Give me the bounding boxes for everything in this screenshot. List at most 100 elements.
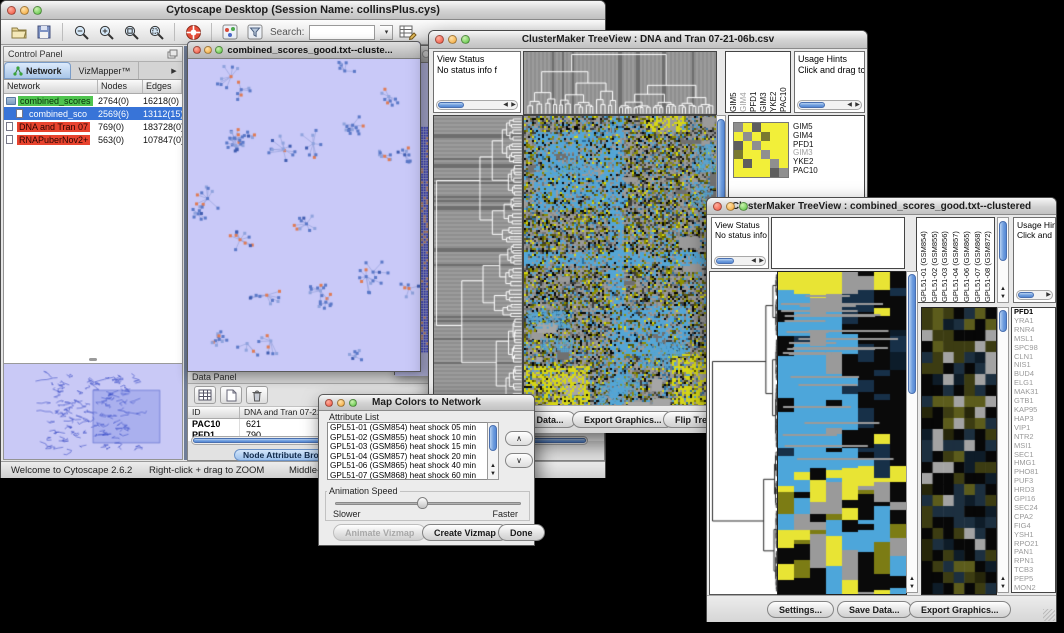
- scroll-left-icon[interactable]: ◀: [750, 257, 757, 266]
- tab-overflow-button[interactable]: ▶: [166, 62, 182, 79]
- scroll-up-icon[interactable]: ▲: [488, 462, 498, 470]
- column-dendrogram-panel[interactable]: [771, 217, 905, 269]
- slider-thumb[interactable]: [417, 497, 428, 509]
- scroll-down-icon[interactable]: ▼: [998, 583, 1008, 591]
- main-titlebar[interactable]: Cytoscape Desktop (Session Name: collins…: [1, 1, 605, 20]
- export-graphics-button[interactable]: Export Graphics...: [572, 411, 674, 428]
- gene-dendrogram[interactable]: [433, 115, 523, 410]
- view-status-scrollbar[interactable]: ◀ ▶: [436, 100, 518, 110]
- zoom-button[interactable]: [33, 6, 42, 15]
- vizmapper-button[interactable]: [220, 22, 240, 42]
- attribute-listbox[interactable]: GPL51-01 (GSM854) heat shock 05 minGPL51…: [327, 422, 499, 480]
- network-canvas[interactable]: [188, 59, 420, 371]
- scroll-thumb[interactable]: [999, 221, 1007, 261]
- minimize-button[interactable]: [204, 46, 212, 54]
- usage-hints-scrollbar[interactable]: ▶: [1016, 290, 1053, 300]
- usage-hints-scrollbar[interactable]: ◀ ▶: [797, 100, 862, 110]
- scroll-down-icon[interactable]: ▼: [998, 293, 1008, 301]
- search-dropdown-button[interactable]: ▾: [380, 25, 393, 40]
- treeview1-titlebar[interactable]: ClusterMaker TreeView : DNA and Tran 07-…: [429, 31, 867, 49]
- array-labels-panel[interactable]: GIM5GIM4PFD1GIM3YKE2PAC10: [725, 51, 791, 113]
- attribute-item[interactable]: GPL51-02 (GSM855) heat shock 10 min: [330, 433, 498, 443]
- attribute-item[interactable]: GPL51-06 (GSM865) heat shock 40 min: [330, 461, 498, 471]
- heatmap-main[interactable]: [777, 271, 907, 595]
- tab-network[interactable]: Network: [4, 62, 71, 79]
- scroll-thumb[interactable]: [799, 102, 825, 108]
- scroll-right-icon[interactable]: ▶: [510, 101, 517, 110]
- column-header-nodes[interactable]: Nodes: [98, 80, 143, 93]
- scroll-right-icon[interactable]: ▶: [758, 257, 765, 266]
- close-button[interactable]: [435, 35, 444, 44]
- network-row[interactable]: DNA and Tran 07 769(0) 183728(0): [4, 120, 182, 133]
- labels-vscrollbar[interactable]: ▲ ▼: [997, 217, 1009, 303]
- scroll-thumb[interactable]: [1018, 292, 1034, 298]
- zoom-fit-button[interactable]: [121, 22, 141, 42]
- array-labels-panel[interactable]: GPL51-01 (GSM854)GPL51-02 (GSM855)GPL51-…: [916, 217, 995, 303]
- scroll-up-icon[interactable]: ▲: [907, 575, 917, 583]
- gene-labels-panel[interactable]: PFD1YRA1RNR4MSL1SPC98CLN1NIS1BUD4ELG1MAK…: [1011, 307, 1056, 593]
- done-button[interactable]: Done: [498, 524, 545, 541]
- treeview2-titlebar[interactable]: ClusterMaker TreeView : combined_scores_…: [707, 198, 1056, 215]
- new-attribute-button[interactable]: [220, 386, 242, 404]
- animate-vizmap-button[interactable]: Animate Vizmap: [333, 524, 426, 541]
- dialog-titlebar[interactable]: Map Colors to Network: [319, 395, 534, 411]
- settings-button[interactable]: Settings...: [767, 601, 834, 618]
- scroll-right-icon[interactable]: ▶: [1045, 291, 1052, 300]
- minimize-button[interactable]: [448, 35, 457, 44]
- column-header-edges[interactable]: Edges: [143, 80, 182, 93]
- scroll-up-icon[interactable]: ▲: [998, 285, 1008, 293]
- filter-button[interactable]: [245, 22, 265, 42]
- scroll-down-icon[interactable]: ▼: [907, 583, 917, 591]
- scroll-left-icon[interactable]: ◀: [502, 101, 509, 110]
- scroll-thumb[interactable]: [489, 425, 497, 451]
- minimize-button[interactable]: [726, 202, 735, 211]
- close-button[interactable]: [713, 202, 722, 211]
- attribute-item[interactable]: GPL51-03 (GSM856) heat shock 15 min: [330, 442, 498, 452]
- select-attributes-button[interactable]: [194, 386, 216, 404]
- network-view-1-titlebar[interactable]: combined_scores_good.txt--cluste...: [188, 42, 420, 59]
- export-graphics-button[interactable]: Export Graphics...: [909, 601, 1011, 618]
- listbox-vscrollbar[interactable]: ▲ ▼: [487, 422, 499, 480]
- zoom-button[interactable]: [461, 35, 470, 44]
- heatmap-vscrollbar[interactable]: ▲ ▼: [906, 271, 918, 593]
- scroll-left-icon[interactable]: ◀: [846, 101, 853, 110]
- attribute-item[interactable]: GPL51-07 (GSM868) heat shock 60 min: [330, 471, 498, 480]
- attribute-browser-button[interactable]: [398, 22, 418, 42]
- zoom-in-button[interactable]: [96, 22, 116, 42]
- resize-grip[interactable]: [1043, 609, 1055, 621]
- similarity-matrix[interactable]: [733, 122, 789, 178]
- close-button[interactable]: [193, 46, 201, 54]
- network-overview-panel[interactable]: [4, 363, 182, 459]
- close-button[interactable]: [7, 6, 16, 15]
- zoom-button[interactable]: [739, 202, 748, 211]
- heatmap-main[interactable]: [523, 115, 717, 410]
- save-session-button[interactable]: [34, 22, 54, 42]
- attribute-item[interactable]: GPL51-01 (GSM854) heat shock 05 min: [330, 423, 498, 433]
- zoom-out-button[interactable]: [71, 22, 91, 42]
- network-row[interactable]: combined_sco 2569(6) 13112(15): [4, 107, 182, 120]
- open-session-button[interactable]: [9, 22, 29, 42]
- splitter-knob[interactable]: [89, 358, 97, 361]
- float-panel-icon[interactable]: [167, 49, 178, 59]
- create-vizmap-button[interactable]: Create Vizmap: [422, 524, 508, 541]
- heatmap-zoom-view[interactable]: [921, 307, 997, 595]
- zoom-button[interactable]: [215, 46, 223, 54]
- close-button[interactable]: [325, 399, 333, 407]
- scroll-down-icon[interactable]: ▼: [488, 470, 498, 478]
- scroll-thumb[interactable]: [438, 102, 464, 108]
- scroll-thumb[interactable]: [999, 310, 1007, 332]
- view-status-scrollbar[interactable]: ◀ ▶: [714, 256, 766, 266]
- scroll-thumb[interactable]: [908, 274, 916, 394]
- move-up-button[interactable]: ∧: [505, 431, 533, 446]
- save-data-button[interactable]: Save Data...: [837, 601, 912, 618]
- zoom-button[interactable]: [349, 399, 357, 407]
- column-header-network[interactable]: Network: [4, 80, 98, 93]
- gene-dendrogram[interactable]: [709, 271, 779, 595]
- network-row[interactable]: combined_scores 2764(0) 16218(0): [4, 94, 182, 107]
- animation-slider[interactable]: [335, 502, 521, 505]
- delete-attribute-button[interactable]: [246, 386, 268, 404]
- network-row[interactable]: RNAPuberNov2+ 563(0) 107847(0): [4, 133, 182, 146]
- scroll-thumb[interactable]: [716, 258, 734, 264]
- column-header-id[interactable]: ID: [188, 407, 240, 418]
- move-down-button[interactable]: ∨: [505, 453, 533, 468]
